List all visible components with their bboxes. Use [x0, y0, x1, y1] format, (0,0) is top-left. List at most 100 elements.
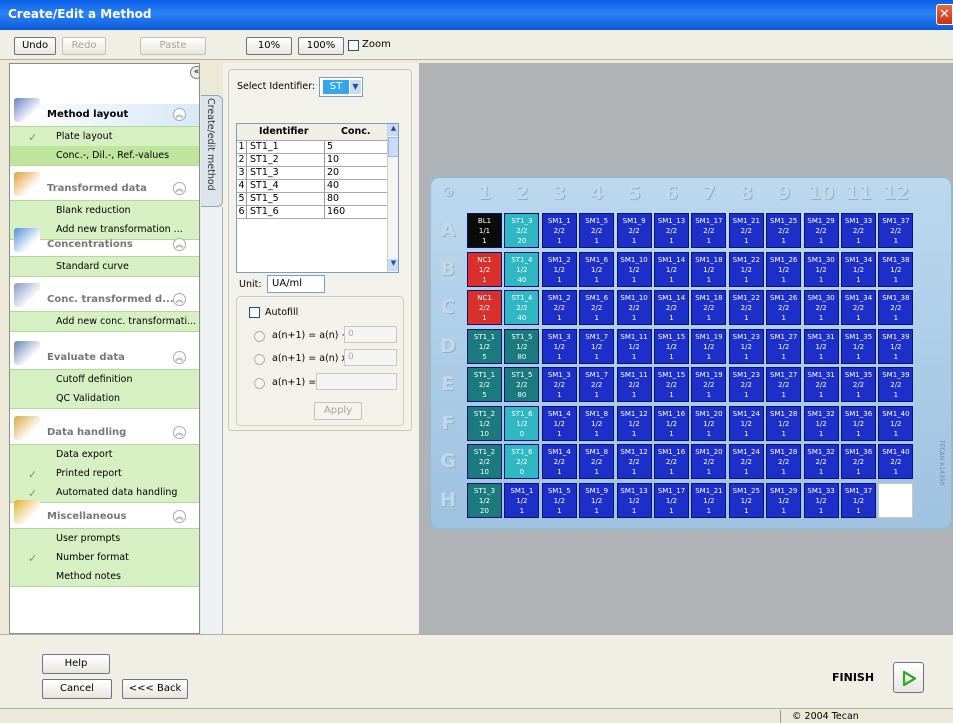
- formula-add-radio[interactable]: [254, 331, 265, 342]
- plate-row-header[interactable]: E: [437, 373, 459, 395]
- plate-well[interactable]: SM1_25 1/2 1: [728, 482, 764, 518]
- plate-well[interactable]: SM1_35 1/2 1: [841, 328, 876, 364]
- plate-well[interactable]: SM1_30 1/2 1: [803, 251, 839, 287]
- plate-well[interactable]: SM1_22 2/2 1: [728, 290, 764, 325]
- sidebar-item[interactable]: Method notes: [10, 567, 199, 586]
- plate-well[interactable]: SM1_28 2/2 1: [766, 444, 802, 479]
- tab-create-edit-method[interactable]: Create/edit method: [201, 95, 223, 207]
- plate-well[interactable]: SM1_17 2/2 1: [691, 213, 727, 248]
- plate-well[interactable]: SM1_25 2/2 1: [766, 213, 802, 248]
- plate-well[interactable]: SM1_16 2/2 1: [654, 444, 689, 479]
- plate-row-header[interactable]: B: [437, 258, 459, 280]
- plate-well[interactable]: SM1_20 1/2 1: [691, 405, 727, 441]
- plate-well[interactable]: SM1_21 2/2 1: [728, 213, 764, 248]
- collapse-section-icon[interactable]: ︽: [173, 108, 186, 121]
- plate-well[interactable]: SM1_16 1/2 1: [654, 405, 689, 441]
- plate-column-header[interactable]: 7: [691, 182, 726, 204]
- plate-well[interactable]: SM1_10 2/2 1: [616, 290, 652, 325]
- plate-well[interactable]: SM1_29 2/2 1: [803, 213, 839, 248]
- conc-cell[interactable]: 160: [325, 206, 387, 219]
- plate-well[interactable]: SM1_36 1/2 1: [841, 405, 876, 441]
- plate-well[interactable]: SM1_11 1/2 1: [616, 328, 652, 364]
- plate-well[interactable]: SM1_1 1/2 1: [504, 482, 540, 518]
- identifier-cell[interactable]: ST1_1: [247, 141, 325, 154]
- plate-row-header[interactable]: G: [437, 450, 459, 472]
- plate-well[interactable]: SM1_12 1/2 1: [616, 405, 652, 441]
- plate-well[interactable]: SM1_9 1/2 1: [579, 482, 615, 518]
- sidebar-item[interactable]: ✓ Plate layout: [10, 127, 199, 146]
- plate-well[interactable]: ST1_3 1/2 20: [467, 482, 502, 518]
- plate-well[interactable]: ST1_1 1/2 5: [467, 328, 502, 364]
- scroll-down-icon[interactable]: ▼: [388, 259, 398, 271]
- plate-well[interactable]: SM1_37 2/2 1: [878, 213, 914, 248]
- plate-well[interactable]: SM1_4 1/2 1: [541, 405, 577, 441]
- zoom-100-button[interactable]: 100%: [298, 37, 344, 55]
- back-button[interactable]: <<< Back: [122, 679, 188, 699]
- plate-column-header[interactable]: 6: [654, 182, 689, 204]
- plate-well[interactable]: SM1_24 1/2 1: [728, 405, 764, 441]
- collapse-section-icon[interactable]: ︽: [173, 182, 186, 195]
- sidebar-item[interactable]: ✓ Printed report: [10, 464, 199, 483]
- plate-well[interactable]: SM1_15 1/2 1: [654, 328, 689, 364]
- plate-well[interactable]: SM1_7 1/2 1: [579, 328, 615, 364]
- plate-well[interactable]: SM1_40 2/2 1: [878, 444, 914, 479]
- collapse-section-icon[interactable]: ︽: [173, 426, 186, 439]
- plate-well[interactable]: ST1_5 1/2 80: [504, 328, 540, 364]
- plate-row-header[interactable]: F: [437, 412, 459, 434]
- plate-well[interactable]: SM1_5 1/2 1: [541, 482, 577, 518]
- plate-well[interactable]: SM1_26 2/2 1: [766, 290, 802, 325]
- plate-column-header[interactable]: 9: [766, 182, 801, 204]
- table-row[interactable]: 2 ST1_2 10: [237, 154, 387, 167]
- plate-column-header[interactable]: 2: [504, 182, 539, 204]
- plate-row-header[interactable]: C: [437, 296, 459, 318]
- sidebar-item[interactable]: Blank reduction: [10, 201, 199, 220]
- redo-button[interactable]: Redo: [62, 37, 106, 55]
- formula-multiply-radio[interactable]: [254, 354, 265, 365]
- plate-well[interactable]: SM1_15 2/2 1: [654, 367, 689, 402]
- identifier-cell[interactable]: ST1_2: [247, 154, 325, 167]
- close-button[interactable]: ✕: [936, 4, 953, 25]
- collapse-section-icon[interactable]: ︽: [173, 510, 186, 523]
- plate-well[interactable]: SM1_38 1/2 1: [878, 251, 914, 287]
- plate-well[interactable]: SM1_18 1/2 1: [691, 251, 727, 287]
- plate-well[interactable]: SM1_22 1/2 1: [728, 251, 764, 287]
- plate-row-header[interactable]: H: [437, 489, 459, 511]
- plate-well[interactable]: SM1_20 2/2 1: [691, 444, 727, 479]
- collapse-sidebar-icon[interactable]: «: [190, 66, 199, 79]
- plate-well[interactable]: ST1_5 2/2 80: [504, 367, 540, 402]
- conc-cell[interactable]: 20: [325, 167, 387, 180]
- plate-well[interactable]: SM1_8 1/2 1: [579, 405, 615, 441]
- plate-well[interactable]: ST1_2 2/2 10: [467, 444, 502, 479]
- apply-button[interactable]: Apply: [314, 402, 362, 420]
- plate-well[interactable]: SM1_2 1/2 1: [541, 251, 577, 287]
- plate-well[interactable]: SM1_37 1/2 1: [841, 482, 876, 518]
- collapse-section-icon[interactable]: ︽: [173, 351, 186, 364]
- plate-column-header[interactable]: 1: [467, 182, 502, 204]
- plate-well[interactable]: SM1_9 2/2 1: [616, 213, 652, 248]
- conc-cell[interactable]: 10: [325, 154, 387, 167]
- paste-button[interactable]: Paste: [140, 37, 206, 55]
- collapse-section-icon[interactable]: ︽: [173, 293, 186, 306]
- chevron-down-icon[interactable]: ▼: [350, 80, 361, 94]
- plate-well[interactable]: SM1_3 1/2 1: [541, 328, 577, 364]
- plate-well[interactable]: SM1_40 1/2 1: [878, 405, 914, 441]
- plate-well[interactable]: SM1_30 2/2 1: [803, 290, 839, 325]
- identifier-cell[interactable]: ST1_5: [247, 193, 325, 206]
- formula-custom-radio[interactable]: [254, 378, 265, 389]
- plate-well[interactable]: SM1_19 2/2 1: [691, 367, 727, 402]
- table-scrollbar[interactable]: ▲ ▼: [387, 124, 398, 272]
- formula-custom-input[interactable]: [316, 373, 397, 390]
- sidebar-section-header[interactable]: Evaluate data ︽: [10, 341, 199, 369]
- plate-column-header[interactable]: 8: [729, 182, 764, 204]
- plate-well[interactable]: SM1_32 2/2 1: [803, 444, 839, 479]
- plate-well[interactable]: SM1_3 2/2 1: [541, 367, 577, 402]
- sidebar-item[interactable]: QC Validation: [10, 389, 199, 408]
- plate-well[interactable]: SM1_19 1/2 1: [691, 328, 727, 364]
- plate-well[interactable]: SM1_13 1/2 1: [616, 482, 652, 518]
- plate-well[interactable]: SM1_8 2/2 1: [579, 444, 615, 479]
- plate-well[interactable]: SM1_23 1/2 1: [728, 328, 764, 364]
- plate-well[interactable]: ST1_2 1/2 10: [467, 405, 502, 441]
- plate-well[interactable]: SM1_4 2/2 1: [541, 444, 577, 479]
- sidebar-section-header[interactable]: Concentrations ︽: [10, 228, 199, 256]
- plate-well[interactable]: SM1_38 2/2 1: [878, 290, 914, 325]
